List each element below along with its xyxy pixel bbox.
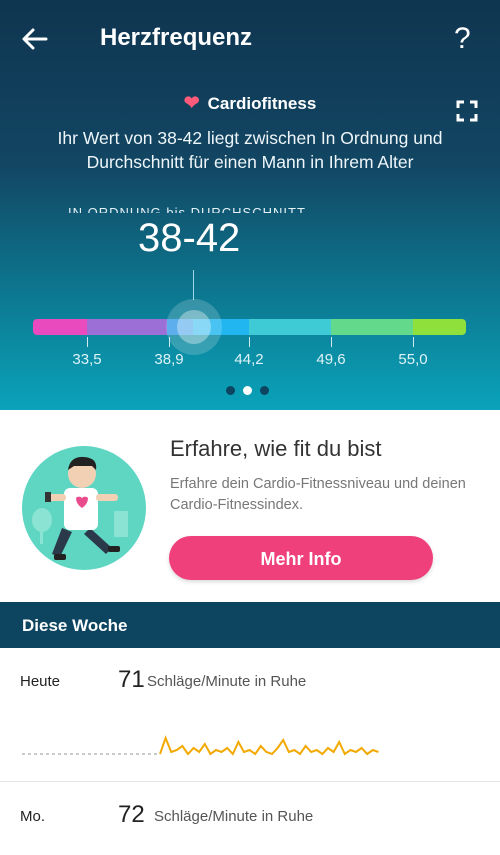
scale-tick-label: 33,5	[72, 351, 102, 368]
help-icon[interactable]: ?	[454, 22, 471, 56]
cardio-description: Ihr Wert von 38-42 liegt zwischen In Ord…	[57, 128, 443, 172]
row-value-monday: 72	[118, 801, 145, 828]
cardio-scale-bar	[33, 319, 466, 335]
cardio-heading: ❤ Cardiofitness	[0, 92, 500, 115]
row-divider	[0, 781, 500, 782]
value-pointer-line	[193, 270, 194, 300]
scale-tick-label: 49,6	[316, 351, 346, 368]
scale-segment	[249, 319, 331, 335]
scale-segment	[331, 319, 413, 335]
fullscreen-icon[interactable]	[456, 100, 478, 122]
scale-tick	[249, 337, 250, 347]
heart-rate-sparkline	[22, 735, 379, 756]
scale-tick-label: 44,2	[234, 351, 264, 368]
row-value-today: 71	[118, 666, 145, 693]
page-dot[interactable]	[226, 386, 235, 395]
scale-segment	[33, 319, 87, 335]
row-unit-today: Schläge/Minute in Ruhe	[147, 673, 307, 690]
scale-marker-center	[177, 310, 211, 344]
page-dot-active[interactable]	[243, 386, 252, 395]
scale-tick-label: 38,9	[154, 351, 184, 368]
scale-tick	[413, 337, 414, 347]
scale-segment	[87, 319, 167, 335]
cardio-hero: Herzfrequenz ? ❤ Cardiofitness Ihr Wert v…	[0, 0, 500, 410]
page-dot[interactable]	[260, 386, 269, 395]
back-arrow-icon[interactable]	[18, 22, 52, 56]
scale-tick	[87, 337, 88, 347]
more-info-button[interactable]: Mehr Info	[169, 536, 433, 580]
row-day-today: Heute	[20, 673, 61, 690]
range-label: IN ORDNUNG bis DURCHSCHNITT	[68, 205, 306, 213]
cardio-value: 38-42	[138, 216, 241, 260]
scale-segment	[413, 319, 466, 335]
week-section-header: Diese Woche	[0, 602, 500, 648]
cardio-label: Cardiofitness	[207, 94, 317, 113]
scale-tick	[331, 337, 332, 347]
week-header-label: Diese Woche	[22, 616, 128, 635]
row-day-monday: Mo.	[20, 808, 46, 825]
runner-illustration	[22, 446, 146, 570]
heart-icon: ❤	[183, 93, 200, 114]
page-title: Herzfrequenz	[100, 24, 253, 51]
top-bar: Herzfrequenz ?	[0, 0, 500, 80]
page-indicator[interactable]	[226, 386, 269, 395]
promo-text: Erfahre dein Cardio-Fitnessniveau und de…	[170, 476, 466, 513]
scale-tick	[169, 337, 170, 347]
scale-tick-label: 55,0	[398, 351, 428, 368]
promo-title: Erfahre, wie fit du bist	[170, 436, 382, 461]
row-unit-monday: Schläge/Minute in Ruhe	[154, 808, 314, 825]
